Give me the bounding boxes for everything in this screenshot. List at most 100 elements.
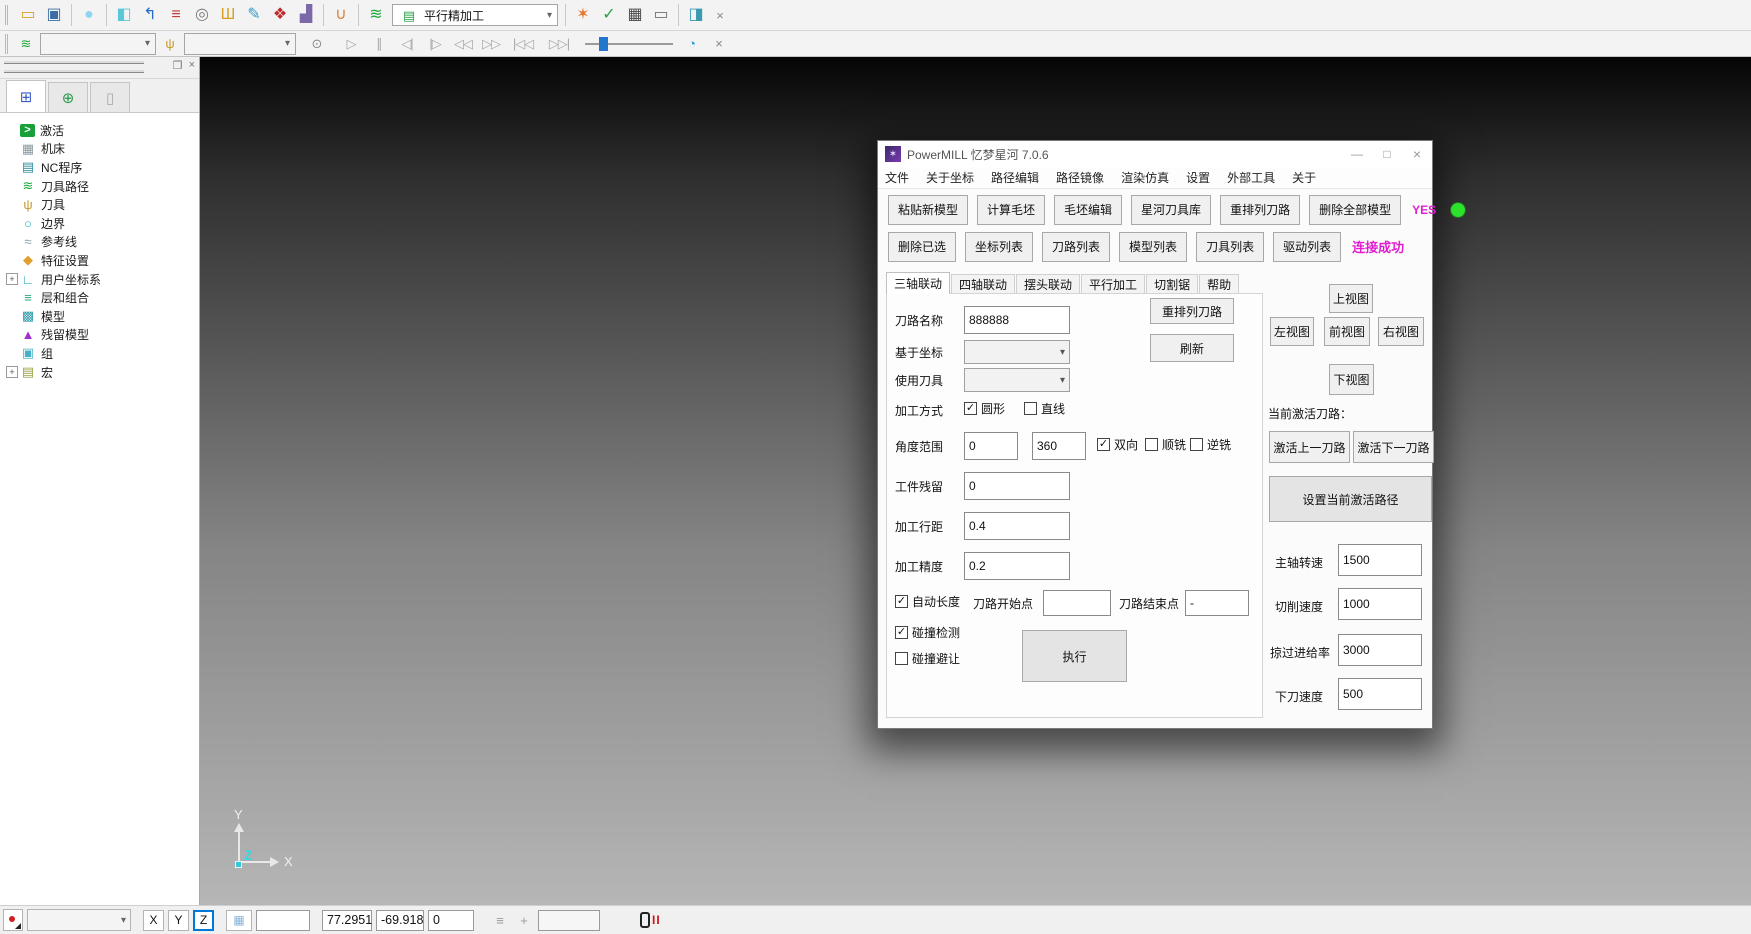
view-left-button[interactable]: 左视图 <box>1270 317 1314 346</box>
tree-item-levels-sets[interactable]: ≡ 层和组合 <box>6 288 199 307</box>
nc-program-icon[interactable]: ≡ <box>164 3 188 27</box>
delete-all-models-button[interactable]: 删除全部模型 <box>1309 195 1401 225</box>
view-top-button[interactable]: 上视图 <box>1329 284 1373 313</box>
panel-close-icon[interactable]: × <box>189 59 195 72</box>
view-right-button[interactable]: 右视图 <box>1378 317 1424 346</box>
tree-expander[interactable]: + <box>6 366 18 378</box>
measure-field[interactable] <box>538 910 600 931</box>
end-point-input[interactable] <box>1185 590 1249 616</box>
tree-item-toolpaths[interactable]: ≋ 刀具路径 <box>6 177 199 196</box>
tree-item-groups[interactable]: ▣ 组 <box>6 344 199 363</box>
axis-z-button[interactable]: Z <box>193 910 214 931</box>
tab-help[interactable]: 帮助 <box>1199 274 1239 294</box>
collision-check-icon[interactable]: Ш <box>216 3 240 27</box>
cutting-speed-input[interactable] <box>1338 588 1422 620</box>
axis-y-button[interactable]: Y <box>168 910 189 931</box>
toolbar-close-icon[interactable]: × <box>710 5 730 25</box>
sim-tool-icon[interactable]: ψ <box>160 34 180 54</box>
checkbox-climb[interactable]: 顺铣 <box>1145 436 1186 453</box>
grid-size-field[interactable] <box>256 910 310 931</box>
search-back-button[interactable]: ◁◁ <box>450 32 476 56</box>
toolpath-s-icon[interactable]: ≋ <box>364 3 388 27</box>
clock-icon[interactable]: ◔ <box>682 34 702 54</box>
delete-selected-button[interactable]: 删除已选 <box>888 232 956 262</box>
grid-toggle-button[interactable]: ▦ <box>226 910 252 931</box>
tool-list-button[interactable]: 刀具列表 <box>1196 232 1264 262</box>
tab-explorer-web[interactable]: ⊕ <box>48 82 88 112</box>
tree-item-machine[interactable]: ▦ 机床 <box>6 140 199 159</box>
tree-item-boundaries[interactable]: ○ 边界 <box>6 214 199 233</box>
checkbox-bidirectional[interactable]: ✓ 双向 <box>1097 436 1138 453</box>
tree-item-stock-models[interactable]: ▲ 残留模型 <box>6 326 199 345</box>
calculator-icon[interactable]: ▦ <box>623 3 647 27</box>
tool-ball-icon[interactable]: ◎ <box>190 3 214 27</box>
tab-3axis[interactable]: 三轴联动 <box>886 272 950 294</box>
verify-check-icon[interactable]: ✓ <box>597 3 621 27</box>
stock-allowance-input[interactable] <box>964 472 1070 500</box>
sim-speed-slider[interactable] <box>585 34 673 54</box>
tab-explorer-recycle[interactable]: ▯ <box>90 82 130 112</box>
tree-item-models[interactable]: ▩ 模型 <box>6 307 199 326</box>
panel-float-icon[interactable]: ❐ <box>173 59 183 72</box>
set-active-path-button[interactable]: 设置当前激活路径 <box>1269 476 1432 522</box>
slider-handle[interactable] <box>599 37 608 51</box>
checkbox-collision-check[interactable]: ✓ 碰撞检测 <box>895 624 960 641</box>
tree-item-feature-sets[interactable]: ◆ 特征设置 <box>6 251 199 270</box>
menu-coords[interactable]: 关于坐标 <box>926 169 974 186</box>
block-edit-button[interactable]: 毛坯编辑 <box>1054 195 1122 225</box>
menu-render-sim[interactable]: 渲染仿真 <box>1121 169 1169 186</box>
tab-swivel[interactable]: 摆头联动 <box>1016 274 1080 294</box>
coord-base-select[interactable]: ▾ <box>964 340 1070 364</box>
tab-explorer-tree[interactable]: ⊞ <box>6 80 46 112</box>
probe-axis-icon[interactable]: + <box>514 913 534 928</box>
coord-list-button[interactable]: 坐标列表 <box>965 232 1033 262</box>
maximize-button[interactable]: □ <box>1372 143 1402 165</box>
toolholder-icon[interactable]: ▟ <box>294 3 318 27</box>
tree-item-workplanes[interactable]: + ∟ 用户坐标系 <box>6 270 199 289</box>
tree-item-activate[interactable]: > 激活 <box>6 121 199 140</box>
tolerance-input[interactable] <box>964 552 1070 580</box>
open-file-icon[interactable]: ▭ <box>16 3 40 27</box>
toolbar-grip[interactable] <box>5 5 10 25</box>
toolpath-draw-icon[interactable]: ↰ <box>138 3 162 27</box>
checkbox-auto-length[interactable]: ✓ 自动长度 <box>895 593 960 610</box>
view-front-button[interactable]: 前视图 <box>1324 317 1370 346</box>
tree-item-patterns[interactable]: ≈ 参考线 <box>6 233 199 252</box>
points-icon[interactable]: ❖ <box>268 3 292 27</box>
tool-arc-icon[interactable]: ∪ <box>329 3 353 27</box>
toolbar-grip[interactable] <box>5 34 10 54</box>
tab-4axis[interactable]: 四轴联动 <box>951 274 1015 294</box>
angle-to-input[interactable] <box>1032 432 1086 460</box>
shaded-ball-icon[interactable]: ● <box>77 3 101 27</box>
tab-saw[interactable]: 切割锯 <box>1146 274 1198 294</box>
use-tool-select[interactable]: ▾ <box>964 368 1070 392</box>
reorder-toolpaths-button[interactable]: 重排列刀路 <box>1220 195 1300 225</box>
reorder-toolpath-button[interactable]: 重排列刀路 <box>1150 298 1234 324</box>
close-button[interactable]: × <box>1402 143 1432 165</box>
checkbox-circular[interactable]: ✓ 圆形 <box>964 400 1005 417</box>
checkbox-conventional[interactable]: 逆铣 <box>1190 436 1231 453</box>
sim-tool-dropdown[interactable]: ▾ <box>184 33 296 55</box>
sim-toolpath-dropdown[interactable]: ▾ <box>40 33 156 55</box>
statusbar-dropdown[interactable]: ▾ <box>27 909 131 931</box>
measure-icon[interactable]: ▭ <box>649 3 673 27</box>
menu-external-tools[interactable]: 外部工具 <box>1227 169 1275 186</box>
pause-button[interactable]: ∥ <box>366 32 392 56</box>
lightbulb-icon[interactable]: ⊙ <box>307 34 327 54</box>
tool-library-button[interactable]: 星河刀具库 <box>1131 195 1211 225</box>
start-point-input[interactable] <box>1043 590 1111 616</box>
tree-item-tools[interactable]: ψ 刀具 <box>6 195 199 214</box>
tree-item-nc-programs[interactable]: ▤ NC程序 <box>6 158 199 177</box>
angle-from-input[interactable] <box>964 432 1018 460</box>
menu-path-edit[interactable]: 路径编辑 <box>991 169 1039 186</box>
plunge-speed-input[interactable] <box>1338 678 1422 710</box>
menu-file[interactable]: 文件 <box>885 169 909 186</box>
activate-prev-toolpath-button[interactable]: 激活上一刀路 <box>1269 431 1350 463</box>
step-back-button[interactable]: ◁| <box>394 32 420 56</box>
drive-list-button[interactable]: 驱动列表 <box>1273 232 1341 262</box>
model-list-button[interactable]: 模型列表 <box>1119 232 1187 262</box>
dialog-titlebar[interactable]: ✶ PowerMILL 忆梦星河 7.0.6 — □ × <box>878 141 1432 167</box>
block-icon[interactable]: ◧ <box>112 3 136 27</box>
toolpath-name-input[interactable] <box>964 306 1070 334</box>
go-end-button[interactable]: ▷▷| <box>542 32 576 56</box>
